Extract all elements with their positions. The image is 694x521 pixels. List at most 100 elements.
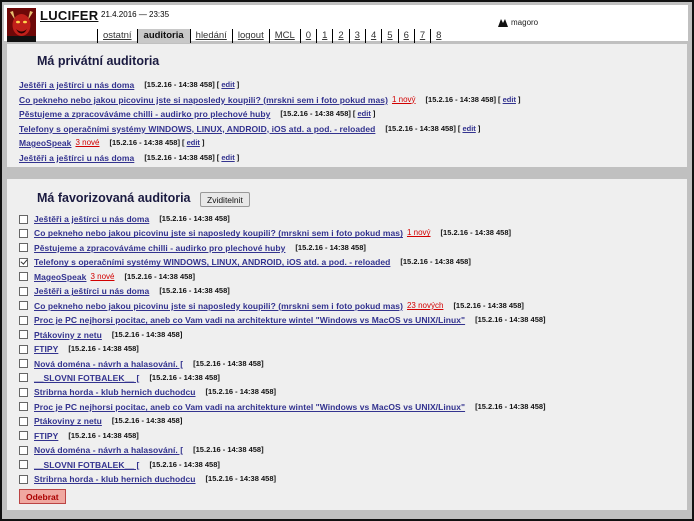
auditorium-link[interactable]: Pěstujeme a zpracováváme chilli - audirk… xyxy=(19,108,270,120)
edit-control: [ edit ] xyxy=(352,109,376,118)
make-visible-button[interactable]: Zviditelnit xyxy=(200,192,250,207)
nav-item[interactable]: 3 xyxy=(348,29,365,43)
select-checkbox[interactable] xyxy=(19,387,28,397)
nav-item[interactable]: auditoria xyxy=(136,29,190,43)
header: LUCIFER 21.4.2016 — 23:35 ostatní auditor… xyxy=(4,5,688,43)
timestamp: [15.2.16 - 14:38 458] xyxy=(280,109,351,118)
nav-item[interactable]: 6 xyxy=(397,29,414,43)
new-posts-badge[interactable]: 1 nový xyxy=(392,94,416,106)
auditorium-link[interactable]: MageoSpeak xyxy=(34,271,86,283)
new-posts-badge[interactable]: 23 nových xyxy=(407,300,443,312)
datetime: 21.4.2016 — 23:35 xyxy=(101,10,170,19)
timestamp: [15.2.16 - 14:38 458] xyxy=(111,329,183,339)
select-checkbox[interactable] xyxy=(19,416,28,426)
auditorium-link[interactable]: Proc je PC nejhorsi pocitac, aneb co Vam… xyxy=(34,314,465,326)
timestamp: [15.2.16 - 14:38 458] xyxy=(193,358,264,368)
select-checkbox[interactable] xyxy=(19,460,28,470)
auditorium-link[interactable]: Nová doména - návrh a halasování. [ xyxy=(34,444,183,456)
select-checkbox[interactable] xyxy=(19,359,28,368)
auditorium-link[interactable]: Co pekneho nebo jakou picovinu jste si n… xyxy=(19,94,388,106)
auditorium-link[interactable]: Co pekneho nebo jakou picovinu jste si n… xyxy=(34,300,403,312)
select-checkbox[interactable] xyxy=(19,431,28,441)
auditorium-link[interactable]: Ptákoviny z netu xyxy=(34,329,102,341)
select-checkbox[interactable] xyxy=(19,445,28,455)
select-checkbox[interactable] xyxy=(19,373,28,383)
edit-link[interactable]: edit xyxy=(503,95,516,104)
nav-item[interactable]: MCL xyxy=(268,29,300,43)
remove-button[interactable]: Odebrat xyxy=(19,489,66,504)
select-checkbox[interactable] xyxy=(19,315,28,325)
edit-link[interactable]: edit xyxy=(221,80,234,89)
auditorium-link[interactable]: Ptákoviny z netu xyxy=(34,415,102,427)
auditorium-link[interactable]: Ještěři a ještírci u nás doma xyxy=(34,285,149,297)
select-checkbox[interactable] xyxy=(19,402,28,412)
nav-item[interactable]: 0 xyxy=(299,29,316,43)
auditorium-link[interactable]: FTIPY xyxy=(34,430,58,442)
private-heading: Má privátní auditoria xyxy=(37,54,160,68)
timestamp: [15.2.16 - 14:38 458] xyxy=(475,401,546,411)
select-checkbox[interactable] xyxy=(19,474,28,484)
nav-item[interactable]: 7 xyxy=(413,29,430,43)
select-checkbox[interactable] xyxy=(19,330,28,340)
timestamp: [15.2.16 - 14:38 458] xyxy=(109,138,180,147)
edit-link[interactable]: edit xyxy=(221,153,234,162)
edit-control: [ edit ] xyxy=(457,123,481,133)
auditorium-link[interactable]: Stribrna horda - klub hernich duchodcu xyxy=(34,386,196,398)
timestamp: [15.2.16 - 14:38 458] xyxy=(124,271,195,281)
new-posts-badge[interactable]: 1 nový xyxy=(407,227,431,239)
auditorium-link[interactable]: MageoSpeak xyxy=(19,137,71,149)
auditorium-link[interactable]: Ještěři a ještírci u nás doma xyxy=(34,213,149,225)
favorite-list-item: __SLOVNI FOTBALEK__ [[15.2.16 - 14:38 45… xyxy=(19,459,220,471)
auditorium-link[interactable]: Stribrna horda - klub hernich duchodcu xyxy=(34,473,196,485)
private-list-item: Co pekneho nebo jakou picovinu jste si n… xyxy=(19,94,521,106)
select-checkbox[interactable] xyxy=(19,243,28,253)
nav-item[interactable]: 8 xyxy=(430,29,446,43)
favorite-list-item: Ještěři a ještírci u nás doma [15.2.16 - … xyxy=(19,285,230,297)
auditorium-link[interactable]: FTIPY xyxy=(34,343,58,355)
private-list-item: MageoSpeak 3 nové [15.2.16 - 14:38 458][ e… xyxy=(19,137,205,149)
nav-item[interactable]: 5 xyxy=(381,29,397,43)
timestamp: [15.2.16 - 14:38 458] xyxy=(68,430,139,440)
timestamp: [15.2.16 - 14:38 458] xyxy=(453,300,524,310)
select-checkbox[interactable] xyxy=(19,344,28,354)
favorite-list-item: Proc je PC nejhorsi pocitac, aneb co Vam… xyxy=(19,401,546,413)
edit-control: [ edit ] xyxy=(216,80,240,89)
auditorium-link[interactable]: Pěstujeme a zpracováváme chilli - audirk… xyxy=(34,242,285,254)
auditorium-link[interactable]: Telefony s operačními systémy WINDOWS, L… xyxy=(19,123,375,135)
auditorium-link[interactable]: Ještěři a ještírci u nás doma xyxy=(19,79,134,91)
edit-link[interactable]: edit xyxy=(187,138,200,147)
auditorium-link[interactable]: Co pekneho nebo jakou picovinu jste si n… xyxy=(34,227,403,239)
select-checkbox[interactable] xyxy=(19,228,28,238)
select-checkbox[interactable] xyxy=(19,286,28,296)
favorite-list-item: Telefony s operačními systémy WINDOWS, L… xyxy=(19,256,471,268)
timestamp: [15.2.16 - 14:38 458] xyxy=(144,80,215,89)
select-checkbox[interactable] xyxy=(19,257,28,267)
edit-link[interactable]: edit xyxy=(357,109,370,118)
select-checkbox[interactable] xyxy=(19,214,28,224)
nav-item[interactable]: 2 xyxy=(332,29,348,43)
auditorium-link[interactable]: __SLOVNI FOTBALEK__ [ xyxy=(34,372,139,384)
select-checkbox[interactable] xyxy=(19,301,28,311)
new-posts-badge[interactable]: 3 nové xyxy=(75,137,99,149)
auditorium-link[interactable]: Telefony s operačními systémy WINDOWS, L… xyxy=(34,256,390,268)
site-title[interactable]: LUCIFER xyxy=(40,8,98,23)
timestamp: [15.2.16 - 14:38 458] xyxy=(295,242,366,252)
avatar xyxy=(7,8,36,42)
favorite-list-item: __SLOVNI FOTBALEK__ [[15.2.16 - 14:38 45… xyxy=(19,372,220,384)
nav-item[interactable]: ostatní xyxy=(97,29,137,43)
favorite-list-item: FTIPY [15.2.16 - 14:38 458] xyxy=(19,430,139,442)
private-list-item: Telefony s operačními systémy WINDOWS, L… xyxy=(19,123,480,135)
auditorium-link[interactable]: Proc je PC nejhorsi pocitac, aneb co Vam… xyxy=(34,401,465,413)
new-posts-badge[interactable]: 3 nové xyxy=(90,271,114,283)
nav-item[interactable]: logout xyxy=(231,29,269,43)
auditorium-link[interactable]: __SLOVNI FOTBALEK__ [ xyxy=(34,459,139,471)
auditorium-link[interactable]: Ještěři a ještírci u nás doma xyxy=(19,152,134,164)
favorite-list-item: Stribrna horda - klub hernich duchodcu [1… xyxy=(19,473,276,485)
nav-item[interactable]: 4 xyxy=(364,29,381,43)
nav-item[interactable]: 1 xyxy=(316,29,332,43)
edit-link[interactable]: edit xyxy=(462,124,475,133)
favorites-heading: Má favorizovaná auditoria xyxy=(37,191,191,205)
auditorium-link[interactable]: Nová doména - návrh a halasování. [ xyxy=(34,358,183,370)
select-checkbox[interactable] xyxy=(19,272,28,282)
nav-item[interactable]: hledání xyxy=(189,29,232,43)
